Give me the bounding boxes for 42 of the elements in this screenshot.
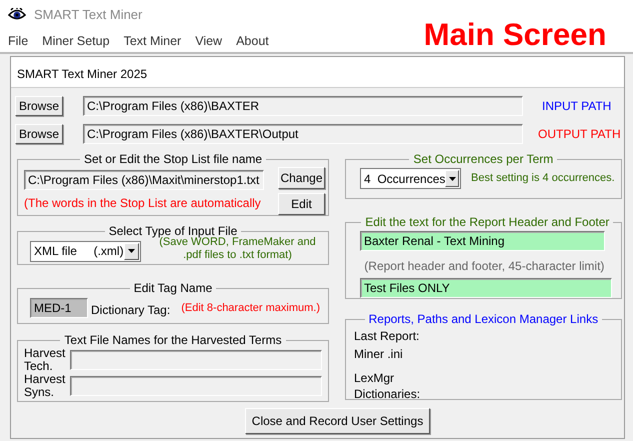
stop-list-field[interactable]: C:\Program Files (x86)\Maxit\minerstop1.txt bbox=[24, 170, 264, 190]
path-field[interactable]: C:\Program Files (x86)\BAXTER\Output bbox=[83, 124, 523, 144]
occurrences-dropdown[interactable]: 4 Occurrences bbox=[360, 168, 461, 189]
group-title: Edit the text for the Report Header and Footer bbox=[364, 215, 610, 229]
footer-text-field[interactable]: Test Files ONLY bbox=[360, 278, 612, 298]
harvest-label: Harvest Tech. bbox=[24, 347, 66, 373]
stop-list-button[interactable]: Change bbox=[278, 167, 325, 189]
path-label: OUTPUT PATH bbox=[538, 126, 621, 143]
tag-field[interactable]: MED-1 bbox=[30, 298, 88, 318]
stop-list-note: (The words in the Stop List are automatically bbox=[24, 195, 262, 212]
window-title: SMART Text Miner bbox=[34, 6, 142, 24]
browse-button[interactable]: Browse bbox=[15, 96, 63, 116]
panel-title: SMART Text Miner 2025 bbox=[11, 57, 624, 88]
harvest-label: Harvest Syns. bbox=[24, 373, 66, 399]
path-field[interactable]: C:\Program Files (x86)\BAXTER bbox=[83, 96, 523, 116]
menu-item[interactable]: File bbox=[8, 32, 28, 50]
group-title: Edit Tag Name bbox=[132, 281, 214, 295]
occurrences-note: Best setting is 4 occurrences. bbox=[471, 171, 615, 186]
link-label: Miner .ini bbox=[354, 346, 403, 362]
header-text-field[interactable]: Baxter Renal - Text Mining bbox=[360, 231, 605, 251]
link-label: Dictionaries: bbox=[354, 386, 420, 402]
browse-button[interactable]: Browse bbox=[15, 124, 63, 144]
menu-item[interactable]: Miner Setup bbox=[42, 32, 110, 50]
close-and-record-button[interactable]: Close and Record User Settings bbox=[244, 408, 430, 434]
group-title: Text File Names for the Harvested Terms bbox=[63, 333, 283, 347]
screen-heading: Main Screen bbox=[424, 19, 606, 50]
group-title: Reports, Paths and Lexicon Manager Links bbox=[368, 312, 600, 326]
menu-item[interactable]: View bbox=[195, 32, 222, 50]
path-label: INPUT PATH bbox=[542, 98, 612, 115]
group-title: Select Type of Input File bbox=[108, 224, 238, 238]
link-label: LexMgr bbox=[354, 370, 394, 386]
input-type-note: (Save WORD, FrameMaker and .pdf files to .txt format) bbox=[159, 236, 317, 262]
group-title: Set or Edit the Stop List file name bbox=[82, 152, 264, 166]
group-title: Set Occurrences per Term bbox=[412, 152, 554, 166]
header-footer-hint: (Report header and footer, 45-character limit) bbox=[363, 258, 606, 275]
input-type-dropdown[interactable]: XML file (.xml) bbox=[30, 240, 141, 262]
tag-note: (Edit 8-character maximum.) bbox=[181, 300, 320, 316]
menu-item[interactable]: Text Miner bbox=[124, 32, 182, 50]
link-label: Last Report: bbox=[354, 328, 420, 344]
menu-item[interactable]: About bbox=[236, 32, 269, 50]
stop-list-button[interactable]: Edit bbox=[278, 193, 325, 215]
tag-label: Dictionary Tag: bbox=[91, 302, 170, 319]
